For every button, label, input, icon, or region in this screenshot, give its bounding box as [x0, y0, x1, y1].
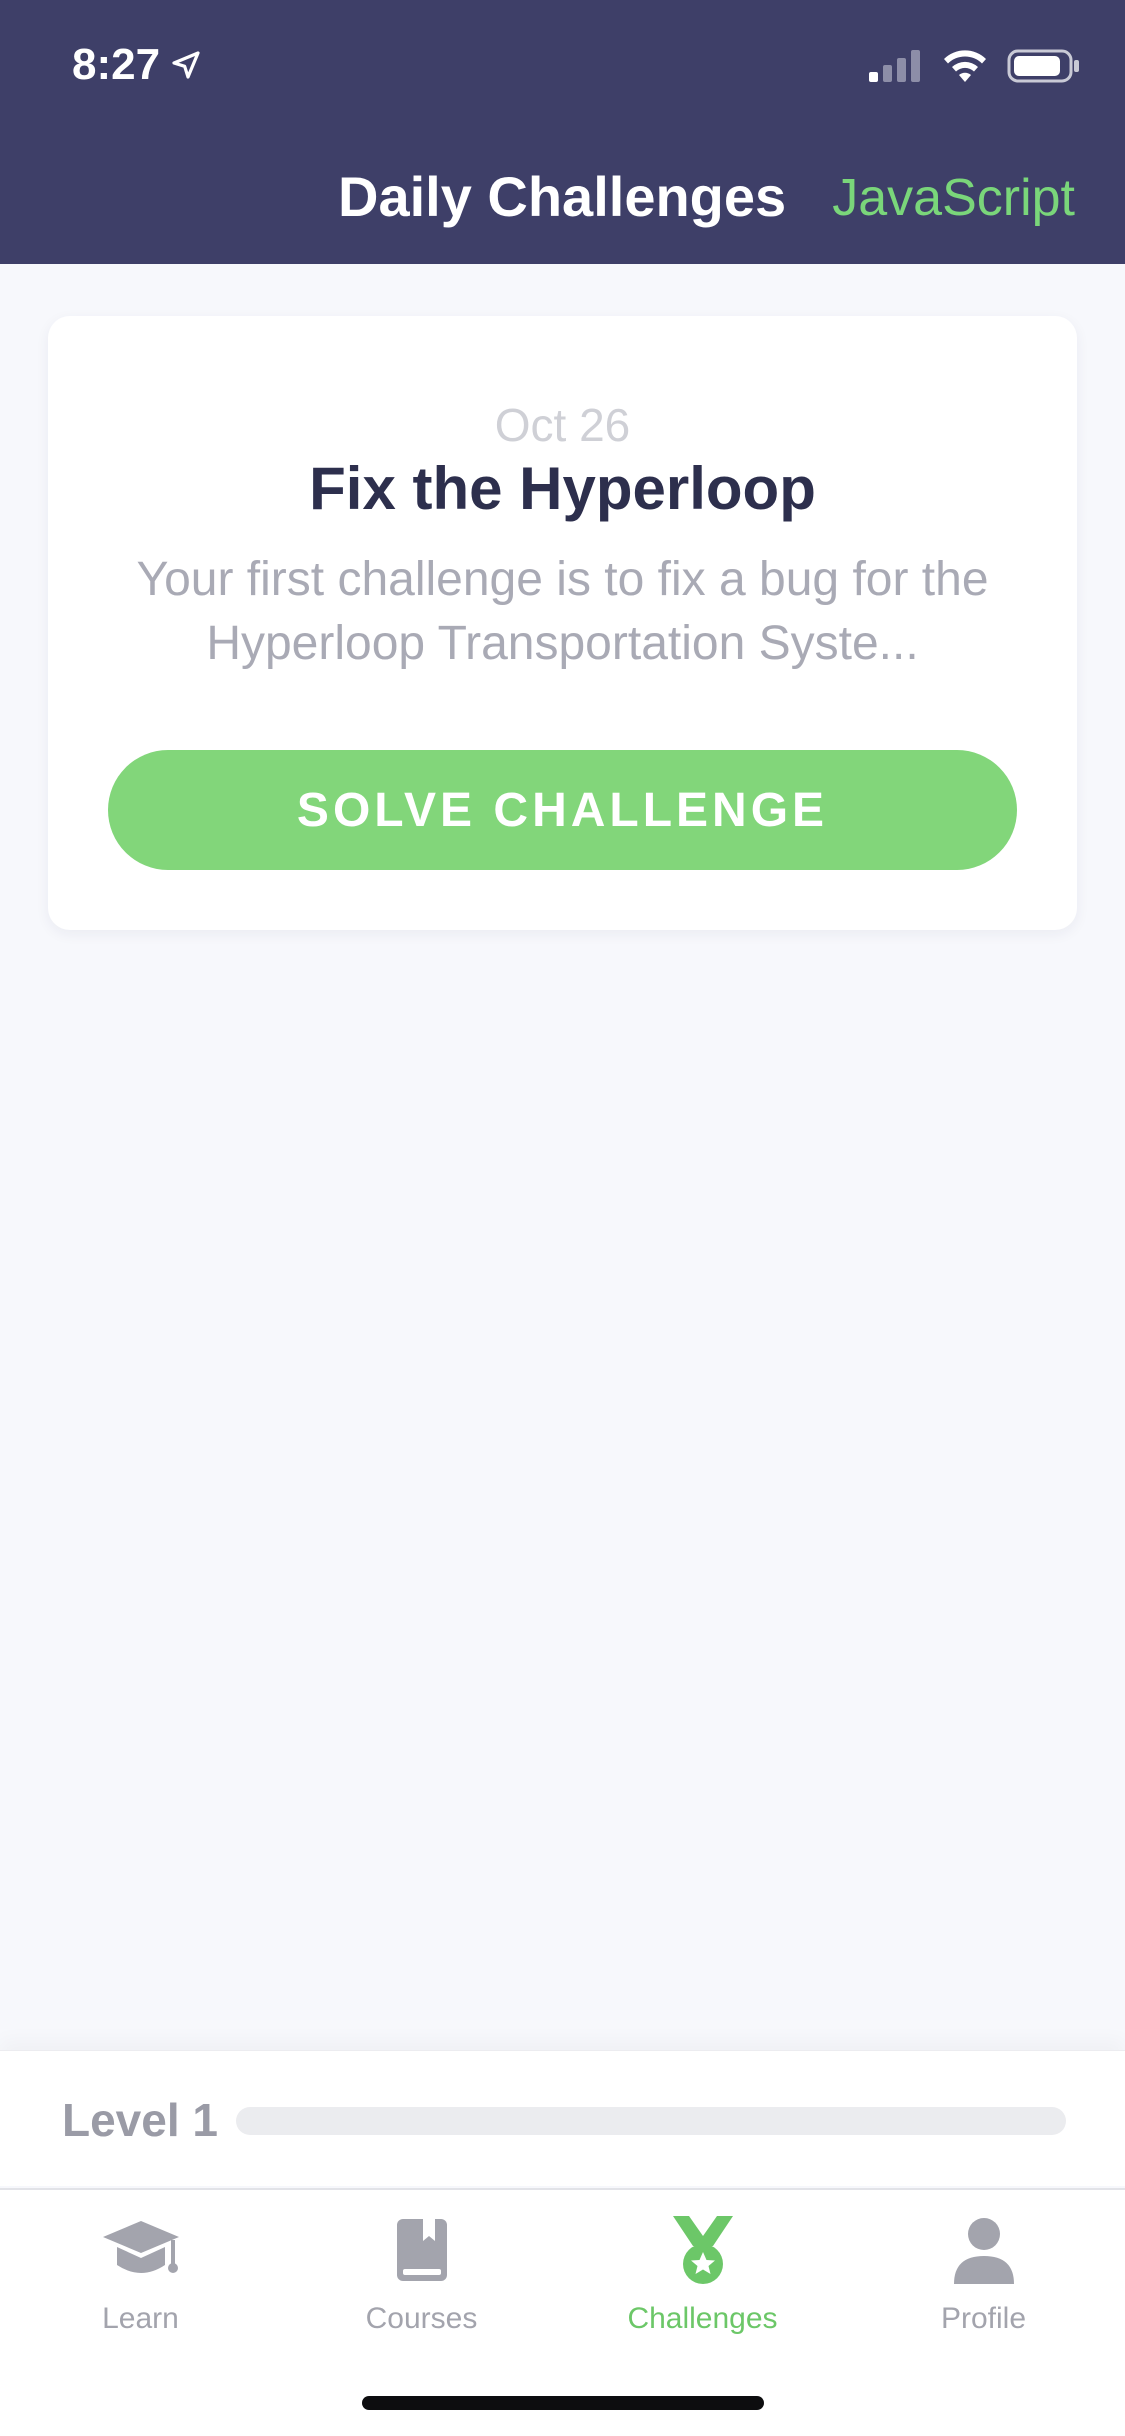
graduation-cap-icon: [102, 2221, 179, 2273]
status-icons: [867, 48, 1081, 84]
language-selector[interactable]: JavaScript: [832, 168, 1075, 228]
challenge-title: Fix the Hyperloop: [309, 455, 816, 522]
screen: 8:27 Daily Challenges JavaScript Oct 26 …: [0, 0, 1125, 2436]
wifi-icon: [944, 50, 986, 82]
tab-challenges-label: Challenges: [627, 2302, 778, 2335]
status-time: 8:27: [72, 40, 202, 90]
tab-courses-label: Courses: [365, 2302, 478, 2335]
app-header: 8:27 Daily Challenges JavaScript: [0, 0, 1125, 264]
tab-profile[interactable]: Profile: [843, 2210, 1124, 2340]
challenge-date: Oct 26: [494, 399, 631, 451]
tab-learn[interactable]: Learn: [0, 2210, 281, 2340]
page-title-text: Daily Challenges: [338, 165, 787, 228]
level-label: Level 1: [62, 2094, 218, 2146]
solve-challenge-button[interactable]: SOLVE CHALLENGE: [108, 750, 1017, 870]
level-progress-track: [236, 2107, 1066, 2135]
location-arrow-icon: [172, 51, 200, 79]
tab-profile-label: Profile: [940, 2302, 1027, 2335]
medal-icon: [672, 2216, 733, 2284]
tab-challenges[interactable]: Challenges: [562, 2210, 843, 2340]
challenge-description: Your first challenge is to fix a bug for…: [136, 553, 989, 670]
signal-icon: [869, 50, 920, 82]
book-icon: [396, 2219, 447, 2281]
tab-courses[interactable]: Courses: [281, 2210, 562, 2340]
battery-icon: [1007, 49, 1079, 83]
user-icon: [953, 2218, 1014, 2284]
tab-learn-label: Learn: [102, 2302, 179, 2335]
level-progress-area: Level 1: [0, 2050, 1125, 2186]
home-indicator[interactable]: [362, 2396, 764, 2410]
status-time-text: 8:27: [72, 40, 161, 89]
